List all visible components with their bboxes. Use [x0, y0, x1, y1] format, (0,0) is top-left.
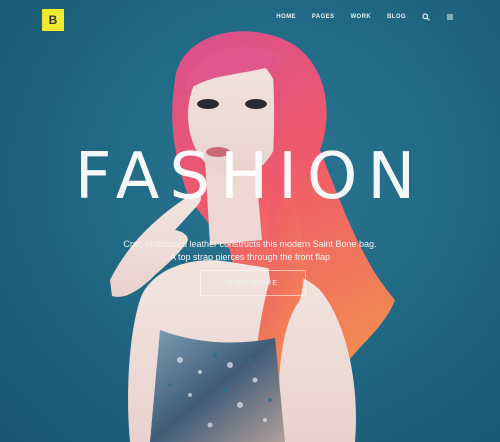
view-more-button[interactable]: VIEW MORE	[200, 270, 306, 296]
nav-blog[interactable]: BLOG	[387, 14, 406, 20]
hero-tagline-line2: A top strap pierces through the front fl…	[169, 252, 331, 262]
main-nav: HOME PAGES WORK BLOG	[276, 13, 454, 21]
nav-work[interactable]: WORK	[350, 14, 371, 20]
menu-icon[interactable]	[446, 13, 454, 21]
nav-pages[interactable]: PAGES	[312, 14, 335, 20]
hero-image	[110, 31, 395, 442]
nav-home[interactable]: HOME	[276, 14, 296, 20]
search-icon[interactable]	[422, 13, 430, 21]
hero-tagline-line1: Croc-embossed leather constructs this mo…	[123, 239, 377, 249]
logo[interactable]: B	[42, 9, 64, 31]
hero-headline: FASHION	[74, 140, 426, 214]
hero-section	[0, 0, 500, 442]
